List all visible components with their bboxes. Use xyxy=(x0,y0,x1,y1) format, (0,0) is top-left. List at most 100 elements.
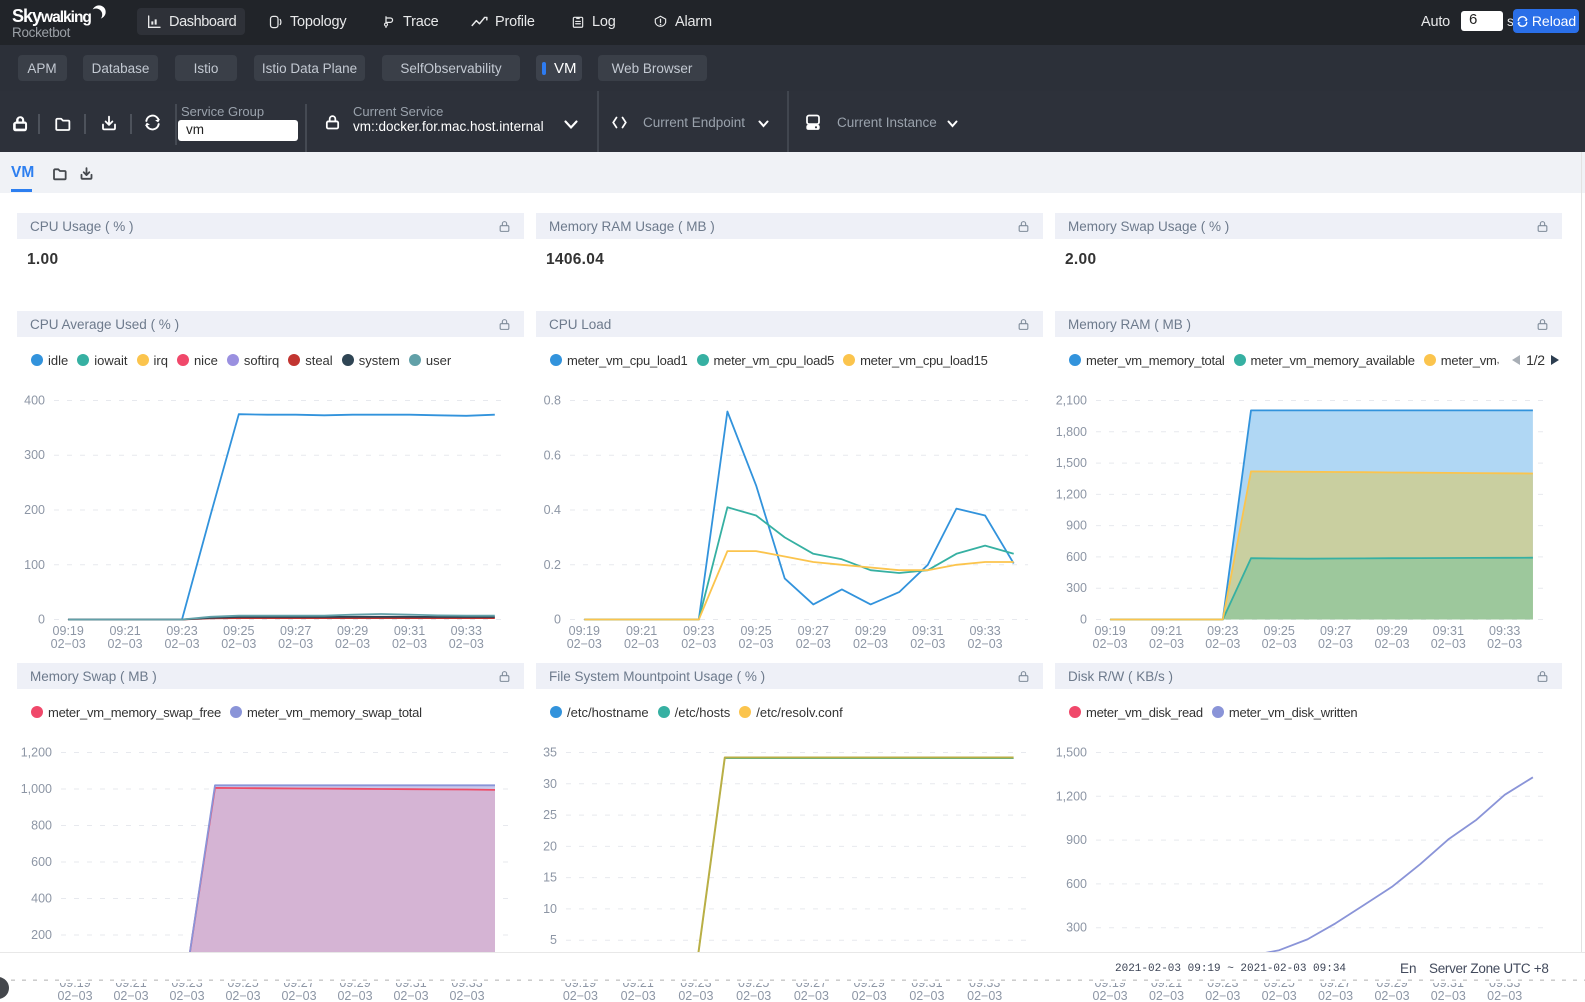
svg-text:02−03: 02−03 xyxy=(968,637,1003,650)
svg-text:02−03: 02−03 xyxy=(678,989,713,1002)
svg-text:09:33: 09:33 xyxy=(1489,624,1520,638)
svg-text:1,500: 1,500 xyxy=(1056,456,1087,470)
svg-text:09:21: 09:21 xyxy=(1151,624,1182,638)
svg-text:100: 100 xyxy=(24,558,45,572)
svg-text:09:29: 09:29 xyxy=(855,624,886,638)
svg-text:02−03: 02−03 xyxy=(563,989,598,1002)
svg-text:02−03: 02−03 xyxy=(449,989,484,1002)
svg-text:400: 400 xyxy=(24,394,45,408)
svg-text:09:31: 09:31 xyxy=(1433,624,1464,638)
svg-text:02−03: 02−03 xyxy=(1262,989,1297,1002)
svg-text:1,800: 1,800 xyxy=(1056,425,1087,439)
svg-text:300: 300 xyxy=(1066,581,1087,595)
svg-text:800: 800 xyxy=(31,819,52,833)
svg-text:02−03: 02−03 xyxy=(796,637,831,650)
svg-text:35: 35 xyxy=(543,746,557,760)
svg-text:600: 600 xyxy=(1066,550,1087,564)
svg-text:02−03: 02−03 xyxy=(449,637,484,650)
svg-text:02−03: 02−03 xyxy=(852,989,887,1002)
svg-text:02−03: 02−03 xyxy=(164,637,199,650)
svg-text:0: 0 xyxy=(1080,613,1087,627)
svg-text:0: 0 xyxy=(554,613,561,627)
svg-text:09:25: 09:25 xyxy=(223,624,254,638)
svg-text:09:19: 09:19 xyxy=(53,624,84,638)
svg-text:09:19: 09:19 xyxy=(1094,624,1125,638)
svg-text:02−03: 02−03 xyxy=(1374,989,1409,1002)
svg-text:600: 600 xyxy=(1066,877,1087,891)
svg-text:02−03: 02−03 xyxy=(1262,637,1297,650)
svg-text:600: 600 xyxy=(31,855,52,869)
svg-text:09:31: 09:31 xyxy=(912,624,943,638)
svg-text:02−03: 02−03 xyxy=(57,989,92,1002)
svg-text:10: 10 xyxy=(543,902,557,916)
svg-text:02−03: 02−03 xyxy=(337,989,372,1002)
svg-text:0.4: 0.4 xyxy=(544,503,561,517)
svg-text:02−03: 02−03 xyxy=(624,637,659,650)
svg-text:09:27: 09:27 xyxy=(1320,624,1351,638)
svg-text:09:29: 09:29 xyxy=(337,624,368,638)
svg-text:02−03: 02−03 xyxy=(1205,637,1240,650)
svg-text:200: 200 xyxy=(31,928,52,942)
svg-text:02−03: 02−03 xyxy=(1431,637,1466,650)
svg-text:1,000: 1,000 xyxy=(21,782,52,796)
svg-text:02−03: 02−03 xyxy=(113,989,148,1002)
svg-text:0.6: 0.6 xyxy=(544,448,561,462)
svg-text:300: 300 xyxy=(24,448,45,462)
svg-text:02−03: 02−03 xyxy=(1431,989,1466,1002)
svg-text:900: 900 xyxy=(1066,519,1087,533)
svg-text:09:31: 09:31 xyxy=(394,624,425,638)
svg-text:30: 30 xyxy=(543,777,557,791)
svg-text:5: 5 xyxy=(550,933,557,947)
svg-text:1,200: 1,200 xyxy=(21,746,52,760)
svg-text:300: 300 xyxy=(1066,921,1087,935)
svg-text:20: 20 xyxy=(543,839,557,853)
svg-text:09:23: 09:23 xyxy=(1207,624,1238,638)
svg-text:02−03: 02−03 xyxy=(739,637,774,650)
svg-text:1,500: 1,500 xyxy=(1056,746,1087,760)
svg-text:09:29: 09:29 xyxy=(1376,624,1407,638)
svg-text:02−03: 02−03 xyxy=(225,989,260,1002)
svg-text:02−03: 02−03 xyxy=(794,989,829,1002)
svg-text:1,200: 1,200 xyxy=(1056,789,1087,803)
svg-text:09:23: 09:23 xyxy=(683,624,714,638)
svg-text:02−03: 02−03 xyxy=(1093,637,1128,650)
svg-text:900: 900 xyxy=(1066,833,1087,847)
svg-text:09:33: 09:33 xyxy=(969,624,1000,638)
svg-text:02−03: 02−03 xyxy=(1205,989,1240,1002)
svg-text:02−03: 02−03 xyxy=(221,637,256,650)
svg-text:02−03: 02−03 xyxy=(1487,989,1522,1002)
svg-text:09:19: 09:19 xyxy=(569,624,600,638)
svg-text:1,200: 1,200 xyxy=(1056,487,1087,501)
svg-text:2,100: 2,100 xyxy=(1056,394,1087,408)
svg-text:15: 15 xyxy=(543,871,557,885)
svg-text:25: 25 xyxy=(543,808,557,822)
svg-text:02−03: 02−03 xyxy=(681,637,716,650)
svg-text:02−03: 02−03 xyxy=(567,637,602,650)
svg-text:02−03: 02−03 xyxy=(108,637,143,650)
svg-text:400: 400 xyxy=(31,892,52,906)
svg-text:02−03: 02−03 xyxy=(1374,637,1409,650)
svg-text:09:25: 09:25 xyxy=(740,624,771,638)
svg-text:09:27: 09:27 xyxy=(798,624,829,638)
svg-text:02−03: 02−03 xyxy=(281,989,316,1002)
svg-text:09:33: 09:33 xyxy=(451,624,482,638)
svg-text:02−03: 02−03 xyxy=(967,989,1002,1002)
svg-text:09:21: 09:21 xyxy=(626,624,657,638)
svg-text:02−03: 02−03 xyxy=(1318,637,1353,650)
svg-text:02−03: 02−03 xyxy=(736,989,771,1002)
svg-text:02−03: 02−03 xyxy=(1149,989,1184,1002)
svg-text:02−03: 02−03 xyxy=(1318,989,1353,1002)
svg-text:0.2: 0.2 xyxy=(544,558,561,572)
svg-text:02−03: 02−03 xyxy=(910,637,945,650)
svg-text:02−03: 02−03 xyxy=(853,637,888,650)
svg-text:0: 0 xyxy=(38,613,45,627)
svg-text:02−03: 02−03 xyxy=(169,989,204,1002)
svg-text:02−03: 02−03 xyxy=(1093,989,1128,1002)
svg-text:02−03: 02−03 xyxy=(51,637,86,650)
svg-text:0.8: 0.8 xyxy=(544,394,561,408)
svg-text:02−03: 02−03 xyxy=(621,989,656,1002)
svg-text:09:27: 09:27 xyxy=(280,624,311,638)
svg-text:02−03: 02−03 xyxy=(335,637,370,650)
svg-text:02−03: 02−03 xyxy=(1149,637,1184,650)
svg-text:02−03: 02−03 xyxy=(392,637,427,650)
